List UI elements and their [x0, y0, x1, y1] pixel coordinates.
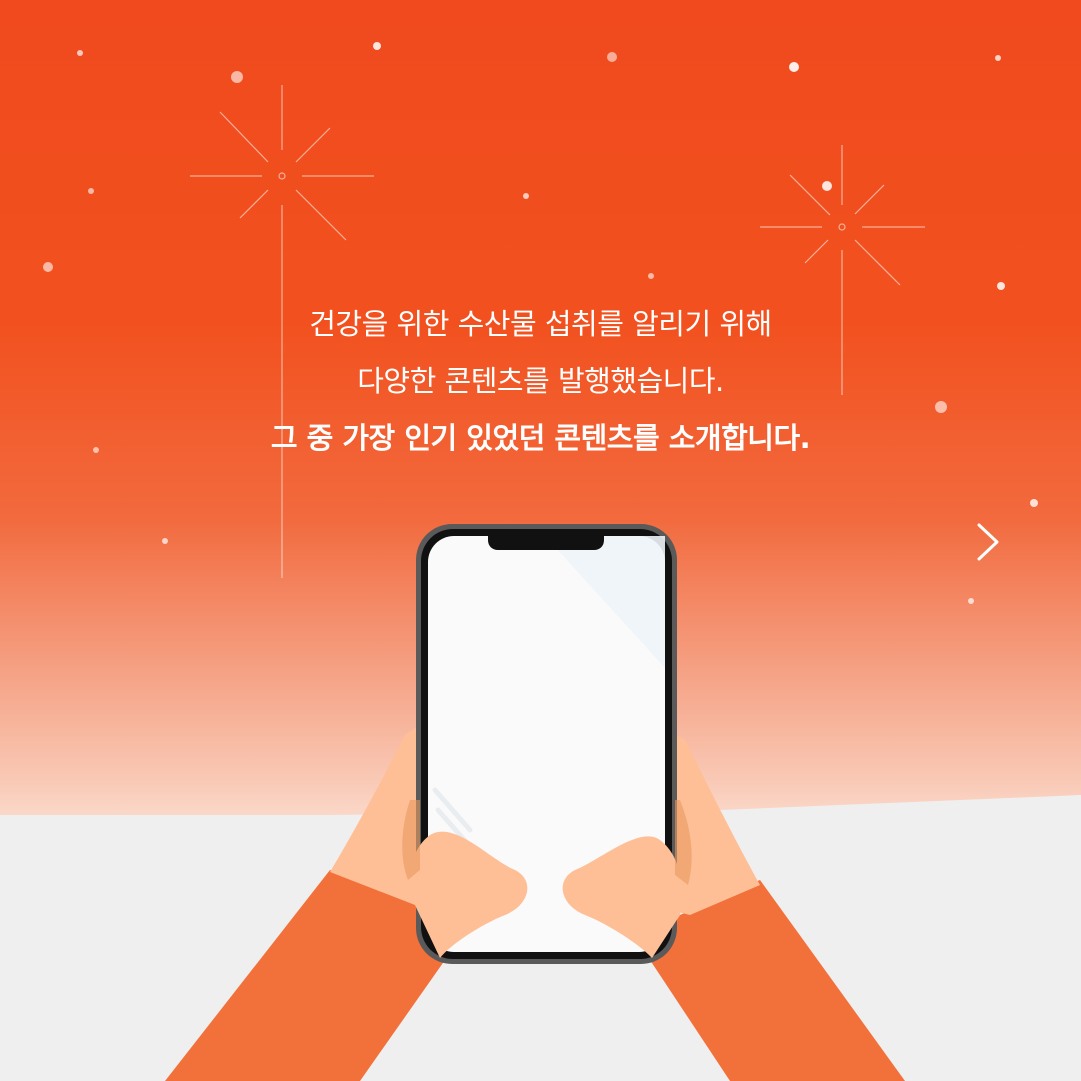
headline-line-3: 그 중 가장 인기 있었던 콘텐츠를 소개합니다.	[270, 421, 811, 455]
headline: 건강을 위한 수산물 섭취를 알리기 위해 다양한 콘텐츠를 발행했습니다. 그…	[0, 296, 1081, 467]
next-slide-button[interactable]	[966, 518, 1010, 566]
headline-line-2: 다양한 콘텐츠를 발행했습니다.	[357, 364, 724, 398]
card-news-slide: 건강을 위한 수산물 섭취를 알리기 위해 다양한 콘텐츠를 발행했습니다. 그…	[0, 0, 1081, 1081]
headline-line-1: 건강을 위한 수산물 섭취를 알리기 위해	[309, 307, 772, 341]
chevron-right-icon	[977, 523, 999, 561]
phone-notch	[488, 536, 604, 550]
illustration	[0, 42, 1081, 1081]
